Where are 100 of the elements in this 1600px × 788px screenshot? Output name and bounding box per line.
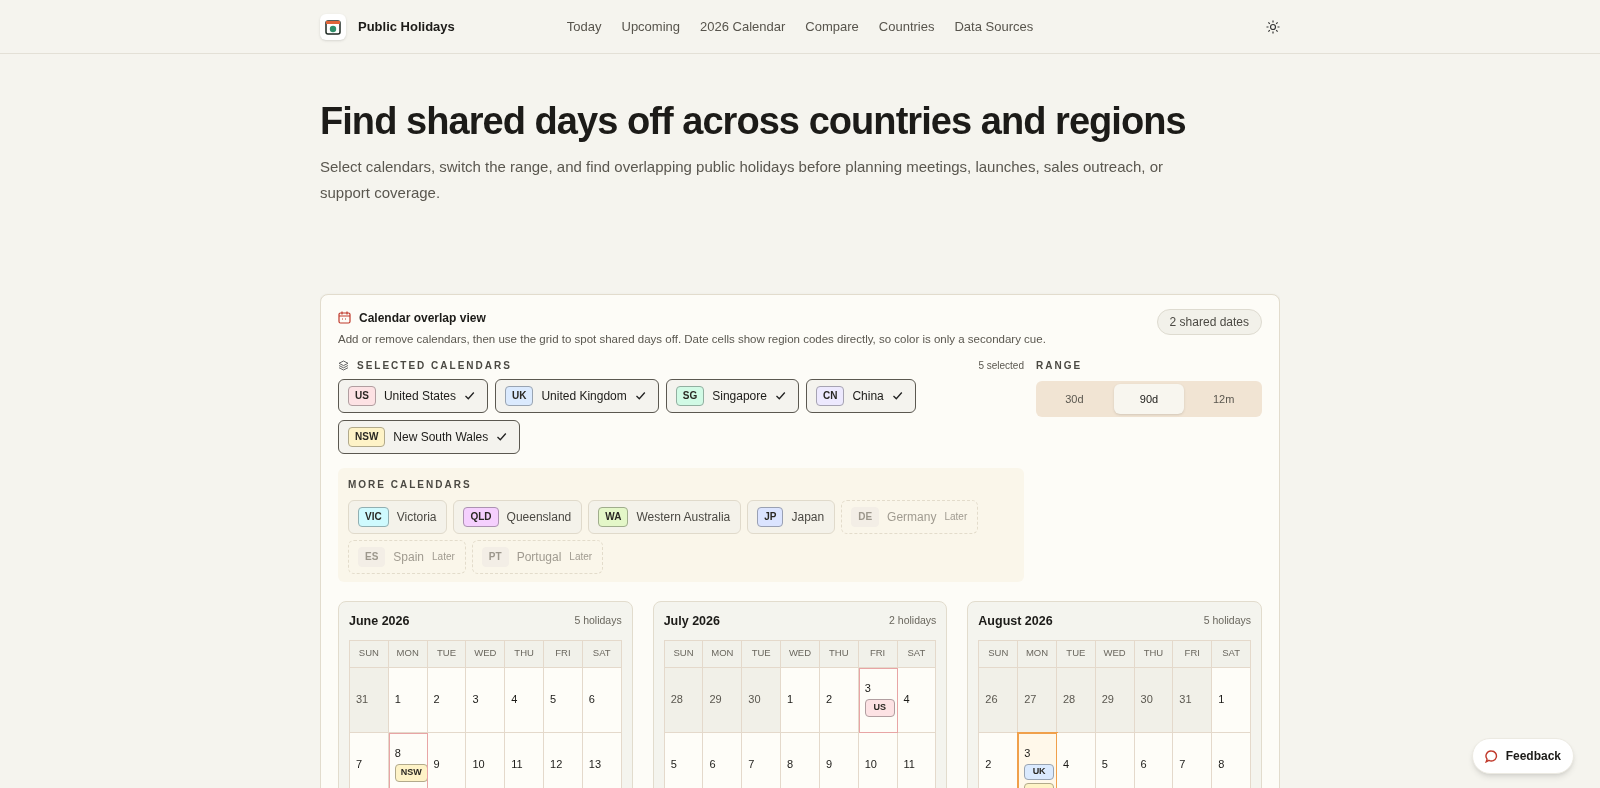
date-cell[interactable]: 7: [350, 732, 389, 788]
date-cell[interactable]: 4: [505, 667, 545, 733]
date-cell[interactable]: 28: [1056, 667, 1096, 733]
weekday-header: MON: [388, 640, 428, 668]
month-title: August 2026: [978, 612, 1053, 630]
weekday-header: MON: [703, 640, 743, 668]
calendar-chip[interactable]: SG Singapore: [665, 378, 799, 413]
region-code: ES: [358, 546, 386, 567]
date-cell[interactable]: 29: [703, 667, 743, 733]
date-cell[interactable]: 8: [781, 732, 820, 788]
date-cell[interactable]: 11: [897, 732, 937, 788]
date-cell[interactable]: 9: [427, 732, 467, 788]
theme-toggle-icon[interactable]: [1266, 19, 1280, 34]
weekday-header: TUE: [427, 640, 467, 668]
date-cell[interactable]: 4: [1056, 732, 1096, 788]
date-cell[interactable]: 31: [1173, 667, 1213, 733]
date-cell[interactable]: 10: [466, 732, 506, 788]
range-option[interactable]: 12m: [1188, 383, 1259, 414]
date-cell[interactable]: 4: [897, 667, 937, 733]
date-cell[interactable]: 6: [703, 732, 743, 788]
nav-link[interactable]: Compare: [805, 16, 859, 37]
region-code: WA: [598, 506, 629, 527]
date-cell[interactable]: 9: [819, 732, 859, 788]
chat-bubble-icon: [1484, 749, 1498, 763]
weekday-header: WED: [781, 640, 820, 668]
calendar-chip[interactable]: UK United Kingdom: [494, 378, 659, 413]
date-cell[interactable]: 2: [979, 732, 1019, 788]
date-cell[interactable]: 2: [819, 667, 859, 733]
date-cell[interactable]: 7: [742, 732, 782, 788]
page-subtitle: Select calendars, switch the range, and find overlapping public holidays before planning meetings, launches, sales outreach, or support coverage.: [320, 156, 1165, 203]
date-cell[interactable]: 6: [1134, 732, 1174, 788]
brand-name[interactable]: Public Holidays: [358, 16, 455, 37]
weekday-header: SAT: [1212, 640, 1251, 668]
date-cell[interactable]: 30: [1134, 667, 1174, 733]
date-cell[interactable]: 6: [582, 667, 622, 733]
weekday-header: TUE: [1056, 640, 1096, 668]
date-cell[interactable]: 26: [979, 667, 1019, 733]
nav-link[interactable]: Today: [566, 16, 602, 37]
date-cell[interactable]: 27: [1018, 667, 1057, 733]
range-option[interactable]: 90d: [1113, 383, 1185, 414]
region-code: VIC: [358, 506, 389, 527]
holiday-tag: US: [864, 699, 895, 717]
date-cell[interactable]: 2: [427, 667, 467, 733]
panel-description: Add or remove calendars, then use the grid to spot shared days off. Date cells show region codes directly, so color is only a secondary cue.: [338, 331, 1046, 347]
date-cell[interactable]: 5: [1095, 732, 1135, 788]
calendar-chip[interactable]: NSW New South Wales: [338, 419, 521, 454]
month-title: June 2026: [349, 612, 410, 630]
calendar-chip[interactable]: US United States: [338, 378, 488, 413]
region-code: SG: [675, 385, 705, 406]
date-cell[interactable]: 29: [1095, 667, 1135, 733]
calendar-chip[interactable]: JP Japan: [747, 499, 836, 534]
nav-link[interactable]: Upcoming: [621, 16, 681, 37]
calendar-chip[interactable]: WA Western Australia: [588, 499, 742, 534]
date-cell[interactable]: 1: [1212, 667, 1251, 733]
weekday-header: SAT: [897, 640, 937, 668]
date-cell[interactable]: 1: [781, 667, 820, 733]
nav-link[interactable]: Countries: [878, 16, 935, 37]
region-code: DE: [851, 506, 880, 527]
weekday-header: THU: [505, 640, 545, 668]
date-cell[interactable]: 1: [388, 667, 428, 733]
date-cell[interactable]: 30: [742, 667, 782, 733]
date-cell[interactable]: 3: [466, 667, 506, 733]
check-icon: [496, 431, 508, 443]
weekday-header: FRI: [1173, 640, 1213, 668]
date-cell[interactable]: 10: [858, 732, 898, 788]
date-cell[interactable]: 8: [1212, 732, 1251, 788]
shared-dates-badge: 2 shared dates: [1156, 308, 1262, 335]
date-cell[interactable]: 11: [505, 732, 545, 788]
range-option[interactable]: 30d: [1039, 383, 1110, 414]
holiday-tag: NSW: [394, 764, 428, 782]
date-cell[interactable]: 13: [582, 732, 622, 788]
date-cell[interactable]: 7: [1173, 732, 1213, 788]
date-cell[interactable]: 5: [544, 667, 583, 733]
date-cell[interactable]: 28: [664, 667, 704, 733]
holiday-count: 5 holidays: [574, 613, 622, 629]
weekday-header: SUN: [350, 640, 389, 668]
selected-count: 5 selected: [978, 358, 1024, 373]
date-cell[interactable]: 31: [350, 667, 389, 733]
feedback-button[interactable]: Feedback: [1471, 738, 1574, 774]
date-cell[interactable]: 3 US: [858, 667, 898, 733]
region-code: QLD: [463, 506, 499, 527]
holiday-tag: UK: [1024, 764, 1055, 780]
date-cell[interactable]: 3 UK: [1018, 732, 1057, 788]
layers-icon: [338, 359, 349, 371]
calendar-chip[interactable]: CN China: [805, 378, 916, 413]
date-cell[interactable]: 12: [544, 732, 583, 788]
section-heading: RANGE: [1036, 358, 1084, 373]
date-cell[interactable]: 8 NSW: [388, 732, 428, 788]
weekday-header: SAT: [582, 640, 622, 668]
weekday-header: FRI: [858, 640, 898, 668]
calendar-chip[interactable]: QLD Queensland: [453, 499, 583, 534]
weekday-header: SUN: [979, 640, 1019, 668]
section-heading: SELECTED CALENDARS: [357, 358, 512, 373]
weekday-header: THU: [1134, 640, 1174, 668]
check-icon: [774, 390, 786, 402]
nav-link[interactable]: 2026 Calendar: [700, 16, 786, 37]
calendar-chip[interactable]: VIC Victoria: [348, 499, 448, 534]
date-cell[interactable]: 5: [664, 732, 704, 788]
nav-link[interactable]: Data Sources: [954, 16, 1034, 37]
region-code: US: [348, 385, 376, 406]
